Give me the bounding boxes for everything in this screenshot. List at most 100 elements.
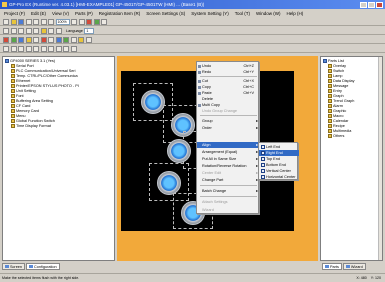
menu-window[interactable]: Window (W): [256, 11, 281, 16]
window-controls: [360, 1, 383, 8]
transfer-icon[interactable]: [86, 18, 92, 25]
menu-item-align[interactable]: Align▸: [197, 142, 260, 148]
circle-icon[interactable]: [25, 27, 32, 34]
rectangle-icon[interactable]: [18, 27, 24, 34]
lamp-part-icon[interactable]: [10, 36, 17, 43]
save-icon[interactable]: [18, 18, 24, 25]
line-icon[interactable]: [10, 27, 17, 34]
align-top-icon[interactable]: [48, 45, 54, 52]
switch-part-icon[interactable]: [3, 36, 9, 43]
open-icon[interactable]: [10, 18, 17, 25]
menu-help[interactable]: Help (H): [287, 11, 304, 16]
zoom-select[interactable]: 100%: [55, 18, 70, 25]
menu-item-wizard: Wizard: [202, 208, 214, 212]
align-bottom-icon[interactable]: [55, 45, 62, 52]
menu-system-setting[interactable]: System Setting (Y): [191, 11, 229, 16]
cut-icon[interactable]: [33, 18, 39, 25]
tab-wizard[interactable]: Wizard: [342, 263, 366, 270]
group-icon[interactable]: [3, 45, 9, 52]
redo-icon: [198, 70, 201, 74]
simulation-icon[interactable]: [93, 18, 100, 25]
close-button[interactable]: [376, 1, 383, 8]
pointer-icon[interactable]: [3, 27, 9, 34]
menu-item-change-part[interactable]: Change Part ▸: [197, 177, 260, 183]
paste-icon: [198, 91, 201, 95]
tab-screen[interactable]: Screen: [2, 263, 26, 270]
context-menu: Undo Ctrl+Z Redo Ctrl+Y Cut Ctrl+X Copy Ctrl…: [196, 61, 260, 214]
send-back-icon[interactable]: [25, 45, 32, 52]
data-display-part-icon[interactable]: [18, 36, 24, 43]
error-check-icon[interactable]: [101, 18, 107, 25]
align-icon[interactable]: [55, 27, 62, 34]
folder-icon: [11, 109, 15, 113]
print-icon[interactable]: [25, 18, 32, 25]
parts-list-panel: Parts List Overlay Switch Lamp Data Disp…: [320, 56, 383, 261]
parts-scrollbar[interactable]: [378, 57, 382, 260]
parts-folder-icon: [323, 59, 327, 63]
tab-parts[interactable]: Parts: [322, 263, 342, 270]
menu-separator: [200, 115, 257, 116]
parts-item-others[interactable]: Others: [328, 134, 344, 139]
keypad-part-icon[interactable]: [55, 36, 62, 43]
menu-registration[interactable]: Registration Item (R): [99, 11, 141, 16]
folder-icon: [328, 99, 332, 103]
menu-item-rotation[interactable]: Rotation/Reverse Rotation▸: [197, 163, 260, 169]
picture-part-icon[interactable]: [70, 36, 77, 43]
parts-toolbar: [0, 36, 385, 44]
menu-edit[interactable]: Edit (E): [31, 11, 46, 16]
menu-item-order[interactable]: Order ▸: [197, 125, 260, 131]
menu-parts[interactable]: Parts (P): [75, 11, 93, 16]
minimize-button[interactable]: [360, 1, 367, 8]
window-part-icon[interactable]: [63, 36, 69, 43]
folder-icon: [11, 89, 15, 93]
undo-icon: [198, 64, 201, 68]
folder-icon: [328, 64, 332, 68]
fill-color-icon[interactable]: [40, 27, 47, 34]
line-color-icon[interactable]: [48, 27, 54, 34]
paste-icon[interactable]: [48, 18, 54, 25]
menu-project[interactable]: Project (F): [4, 11, 25, 16]
submenu-arrow-icon: ▸: [256, 126, 258, 130]
zoom-out-icon[interactable]: [78, 18, 85, 25]
maximize-button[interactable]: [368, 1, 375, 8]
tree-item[interactable]: Time Display Format: [11, 124, 51, 129]
rotate-icon[interactable]: [63, 45, 69, 52]
align-right-icon[interactable]: [40, 45, 47, 52]
bring-front-icon[interactable]: [18, 45, 24, 52]
folder-icon: [11, 74, 15, 78]
menu-item-group[interactable]: Group ▸: [197, 118, 260, 124]
root-folder-icon: [5, 59, 9, 63]
message-part-icon[interactable]: [25, 36, 32, 43]
status-bar: Make the selected items flush with the r…: [0, 273, 385, 281]
language-select[interactable]: 1: [84, 27, 95, 34]
calendar-part-icon[interactable]: [78, 36, 84, 43]
menu-view[interactable]: View (V): [52, 11, 69, 16]
text-icon[interactable]: [33, 27, 39, 34]
tab-configuration[interactable]: Configuration: [26, 263, 60, 270]
menu-item-redo[interactable]: Redo Ctrl+Y: [197, 69, 260, 75]
menu-screen-settings[interactable]: Screen Settings (S): [146, 11, 185, 16]
folder-icon: [11, 79, 15, 83]
zoom-in-icon[interactable]: [71, 18, 77, 25]
folder-icon: [328, 94, 332, 98]
submenu-item-horizontal-center[interactable]: Horizontal Center: [259, 174, 299, 180]
new-icon[interactable]: [3, 18, 9, 25]
folder-icon: [328, 79, 332, 83]
wizard-icon: [345, 264, 350, 269]
align-left-icon[interactable]: [33, 45, 39, 52]
menu-item-batch-change[interactable]: Batch Change ▸: [197, 188, 260, 194]
alarm-part-icon[interactable]: [40, 36, 47, 43]
screen-editor[interactable]: Undo Ctrl+Z Redo Ctrl+Y Cut Ctrl+X Copy Ctrl…: [117, 56, 318, 261]
graph-part-icon[interactable]: [33, 36, 39, 43]
ungroup-icon[interactable]: [10, 45, 17, 52]
menu-tool[interactable]: Tool (T): [235, 11, 250, 16]
copy-icon[interactable]: [40, 18, 47, 25]
trend-part-icon[interactable]: [48, 36, 54, 43]
flip-icon[interactable]: [70, 45, 77, 52]
recipe-part-icon[interactable]: [85, 36, 92, 43]
language-label: Language: [66, 28, 83, 33]
lamp-part[interactable]: [141, 90, 165, 114]
lamp-part[interactable]: [167, 139, 191, 163]
menu-item-arrangement[interactable]: Arrangement (Equal)▸: [197, 149, 260, 155]
menu-item-same-size[interactable]: Put All in Same Size▸: [197, 156, 260, 162]
